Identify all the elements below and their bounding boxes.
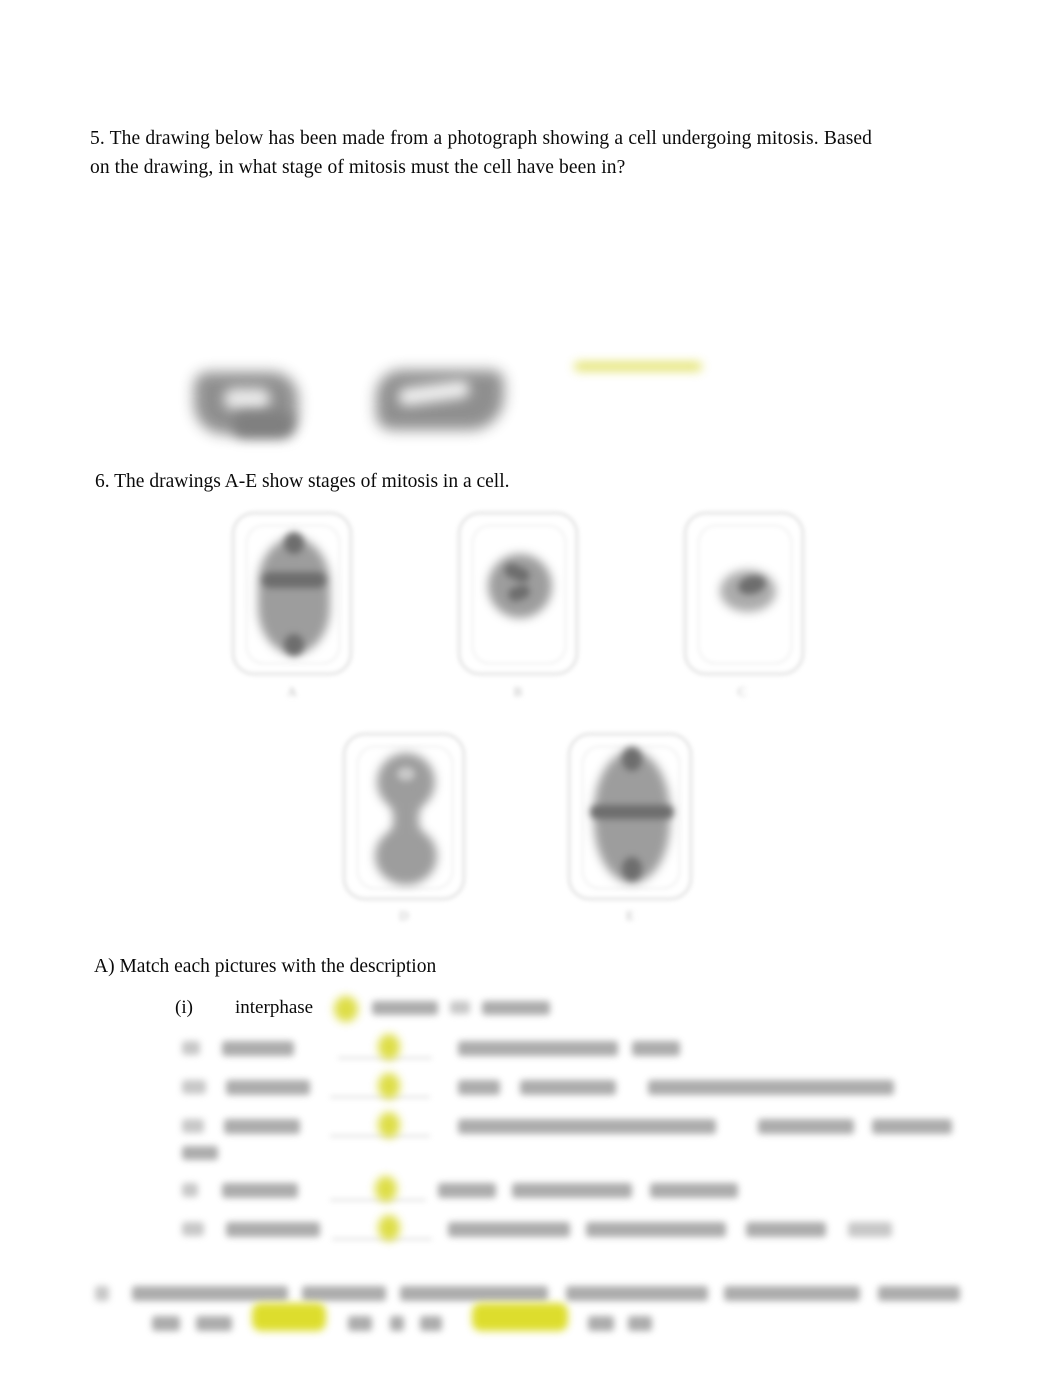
match-row-iii-answer-highlight[interactable] [378,1073,400,1099]
part-b-line2-seg6 [588,1316,614,1331]
match-row-iii-description [458,1080,500,1095]
match-row-iii-description-cont [520,1080,616,1095]
worksheet-page: 5. The drawing below has been made from … [0,0,1062,1376]
match-row-ii-description [458,1041,618,1056]
match-row-ii-term [222,1041,294,1056]
match-row-iii-numeral [182,1080,206,1094]
question-6-text: 6. The drawings A-E show stages of mitos… [95,471,510,492]
match-row-v-description [438,1183,496,1198]
part-a-label: A) Match each pictures with the descript… [94,956,437,977]
figure-blob-left-tail [232,412,294,438]
figure-highlight-sliver [574,362,702,371]
cell-a-pole-bottom [284,634,304,656]
match-row-iv-answer-rule[interactable] [330,1135,430,1137]
mitosis-cell-card-c [684,512,804,675]
part-b-line1-seg1 [132,1286,288,1301]
cell-d-label: D [399,908,409,923]
match-row-iii-term [226,1080,310,1095]
match-row-i-description-cont2 [482,1001,550,1015]
question-5-text: 5. The drawing below has been made from … [90,128,872,178]
part-b-line2-seg5 [420,1316,442,1331]
cell-e-metaphase-plate [590,805,674,819]
match-row-iv-numeral [182,1119,204,1133]
cell-a-chromosome-band [262,572,326,588]
match-row-v-description-cont2 [650,1183,738,1198]
part-b-line1-seg3 [400,1286,548,1301]
part-b-line1-seg6 [878,1286,960,1301]
part-b-label [95,1286,109,1301]
match-row-iv-description-cont2 [872,1119,952,1134]
match-row-iv-description [458,1119,716,1134]
match-row-iv-term [224,1119,300,1134]
match-row-vi-term [226,1222,320,1237]
match-row-vi-numeral [182,1222,204,1236]
match-row-i-answer-highlight[interactable] [334,996,358,1022]
match-row-v-numeral [182,1183,198,1197]
match-row-i-description-cont [450,1001,470,1014]
part-b-line2-seg1 [152,1316,180,1331]
part-b-line2-seg7 [628,1316,652,1331]
figure-blob-left-notch [224,388,270,410]
match-row-iii-description-cont2 [648,1080,894,1095]
match-row-vi-description-cont2 [746,1222,826,1237]
match-row-ii-description-cont [632,1041,680,1056]
match-row-vi-description [448,1222,570,1237]
match-row-i-numeral: (i) [175,997,193,1018]
match-row-vi-description-cont3 [848,1222,892,1237]
mitosis-cell-card-e [568,733,692,900]
match-row-vi-answer-highlight[interactable] [378,1215,400,1241]
match-row-v-term [222,1183,298,1198]
part-b-highlight-2[interactable] [472,1303,568,1331]
match-row-ii-numeral [182,1041,200,1055]
part-b-line2-seg3 [348,1316,372,1331]
cell-d-cleavage-bridge [393,797,419,841]
part-b-line2-seg4 [390,1316,404,1331]
cell-e-pole-top [622,747,642,771]
cell-c-label: C [737,684,747,699]
mitosis-cell-card-a [232,512,352,675]
part-b-line1-seg5 [724,1286,860,1301]
cell-a-label: A [287,684,297,699]
match-row-i-term: interphase [235,997,314,1018]
cell-a-pole-top [284,532,304,554]
part-b-highlight-1[interactable] [252,1303,326,1331]
part-b-line1-seg2 [302,1286,386,1301]
cell-d-nucleolus-top [397,767,415,781]
match-row-v-description-cont [512,1183,632,1198]
match-row-vi-description-cont [586,1222,726,1237]
match-row-v-answer-rule[interactable] [330,1199,426,1201]
cell-b-label: B [513,684,523,699]
match-row-ii-answer-highlight[interactable] [378,1034,400,1060]
match-row-iv-answer-highlight[interactable] [378,1112,400,1138]
match-row-iv-description-cont [758,1119,854,1134]
part-b-line1-seg4 [566,1286,708,1301]
mitosis-cell-card-b [458,512,578,675]
part-b-line2-seg2 [196,1316,232,1331]
mitosis-cell-card-d [343,733,465,900]
match-row-iv-description-wrap [182,1146,218,1160]
question-5-figure [180,350,720,450]
match-row-v-answer-highlight[interactable] [375,1176,397,1202]
match-row-iii-answer-rule[interactable] [330,1096,430,1098]
cell-e-label: E [626,908,634,923]
match-row-i: (i) interphase [175,995,313,1021]
cell-e-pole-bottom [622,857,642,881]
match-row-i-description [372,1001,438,1015]
